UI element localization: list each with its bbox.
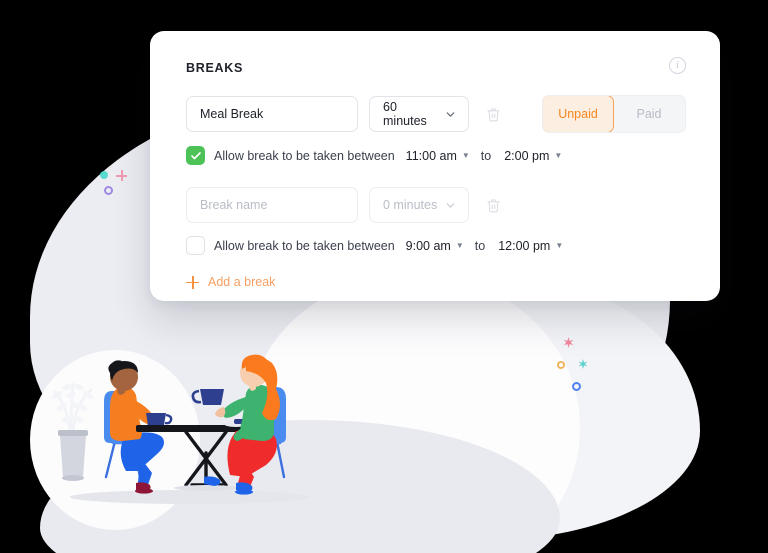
- star-pink-icon: [562, 336, 575, 349]
- check-icon: [190, 151, 201, 159]
- delete-break-button[interactable]: [483, 194, 503, 216]
- break-start-time-value: 9:00 am: [405, 238, 451, 253]
- add-break-label: Add a break: [208, 275, 276, 289]
- allow-break-checkbox[interactable]: [186, 146, 205, 165]
- dot-teal-icon: [100, 171, 108, 179]
- delete-break-button[interactable]: [483, 103, 503, 125]
- screenshot-root: BREAKS i 60 minutes Unpaid: [0, 0, 768, 553]
- break-duration-value: 0 minutes: [383, 198, 438, 212]
- allow-break-label: Allow break to be taken between: [214, 238, 395, 253]
- cafe-illustration: [40, 325, 340, 515]
- star-teal-icon: [577, 358, 589, 370]
- chevron-down-icon: [444, 199, 457, 212]
- breaks-card: BREAKS i 60 minutes Unpaid: [150, 31, 720, 301]
- break-end-time-value: 12:00 pm: [498, 238, 551, 253]
- pay-type-toggle: Unpaid Paid: [542, 95, 686, 133]
- caret-down-icon: ▼: [461, 150, 470, 160]
- row-spacer: [186, 165, 686, 187]
- break-duration-select[interactable]: 0 minutes: [369, 187, 469, 223]
- break-name-input[interactable]: [186, 96, 358, 132]
- allow-window-row: Allow break to be taken between 9:00 am …: [186, 236, 686, 255]
- add-break-button[interactable]: Add a break: [186, 275, 275, 289]
- to-label: to: [480, 148, 492, 163]
- caret-down-icon: ▼: [554, 150, 563, 160]
- caret-down-icon: ▼: [555, 240, 564, 250]
- break-duration-select[interactable]: 60 minutes: [369, 96, 469, 132]
- ring-purple-icon: [104, 186, 113, 195]
- card-header: BREAKS i: [186, 57, 686, 75]
- allow-window-row: Allow break to be taken between 11:00 am…: [186, 146, 686, 165]
- pay-option-unpaid[interactable]: Unpaid: [543, 96, 614, 132]
- plus-pink-icon: [116, 170, 127, 181]
- page-title: BREAKS: [186, 61, 243, 75]
- break-name-input[interactable]: [186, 187, 358, 223]
- chevron-down-icon: [444, 108, 457, 121]
- break-start-time-select[interactable]: 9:00 am ▼: [406, 239, 464, 253]
- break-duration-value: 60 minutes: [383, 100, 427, 128]
- info-icon[interactable]: i: [669, 57, 686, 74]
- allow-break-label: Allow break to be taken between: [214, 148, 395, 163]
- break-end-time-select[interactable]: 2:00 pm ▼: [504, 149, 562, 163]
- ring-blue-icon: [572, 382, 581, 391]
- caret-down-icon: ▼: [455, 240, 464, 250]
- break-row: 60 minutes Unpaid Paid: [186, 95, 686, 133]
- break-start-time-value: 11:00 am: [405, 148, 457, 163]
- to-label: to: [474, 238, 486, 253]
- trash-icon: [486, 107, 500, 121]
- break-end-time-value: 2:00 pm: [504, 148, 550, 163]
- allow-break-checkbox[interactable]: [186, 236, 205, 255]
- ring-orange-icon: [557, 361, 565, 369]
- plus-icon: [186, 275, 199, 289]
- break-end-time-select[interactable]: 12:00 pm ▼: [498, 239, 563, 253]
- break-row: 0 minutes: [186, 187, 686, 223]
- break-start-time-select[interactable]: 11:00 am ▼: [406, 149, 470, 163]
- pay-option-paid[interactable]: Paid: [613, 96, 685, 132]
- trash-icon: [486, 198, 500, 212]
